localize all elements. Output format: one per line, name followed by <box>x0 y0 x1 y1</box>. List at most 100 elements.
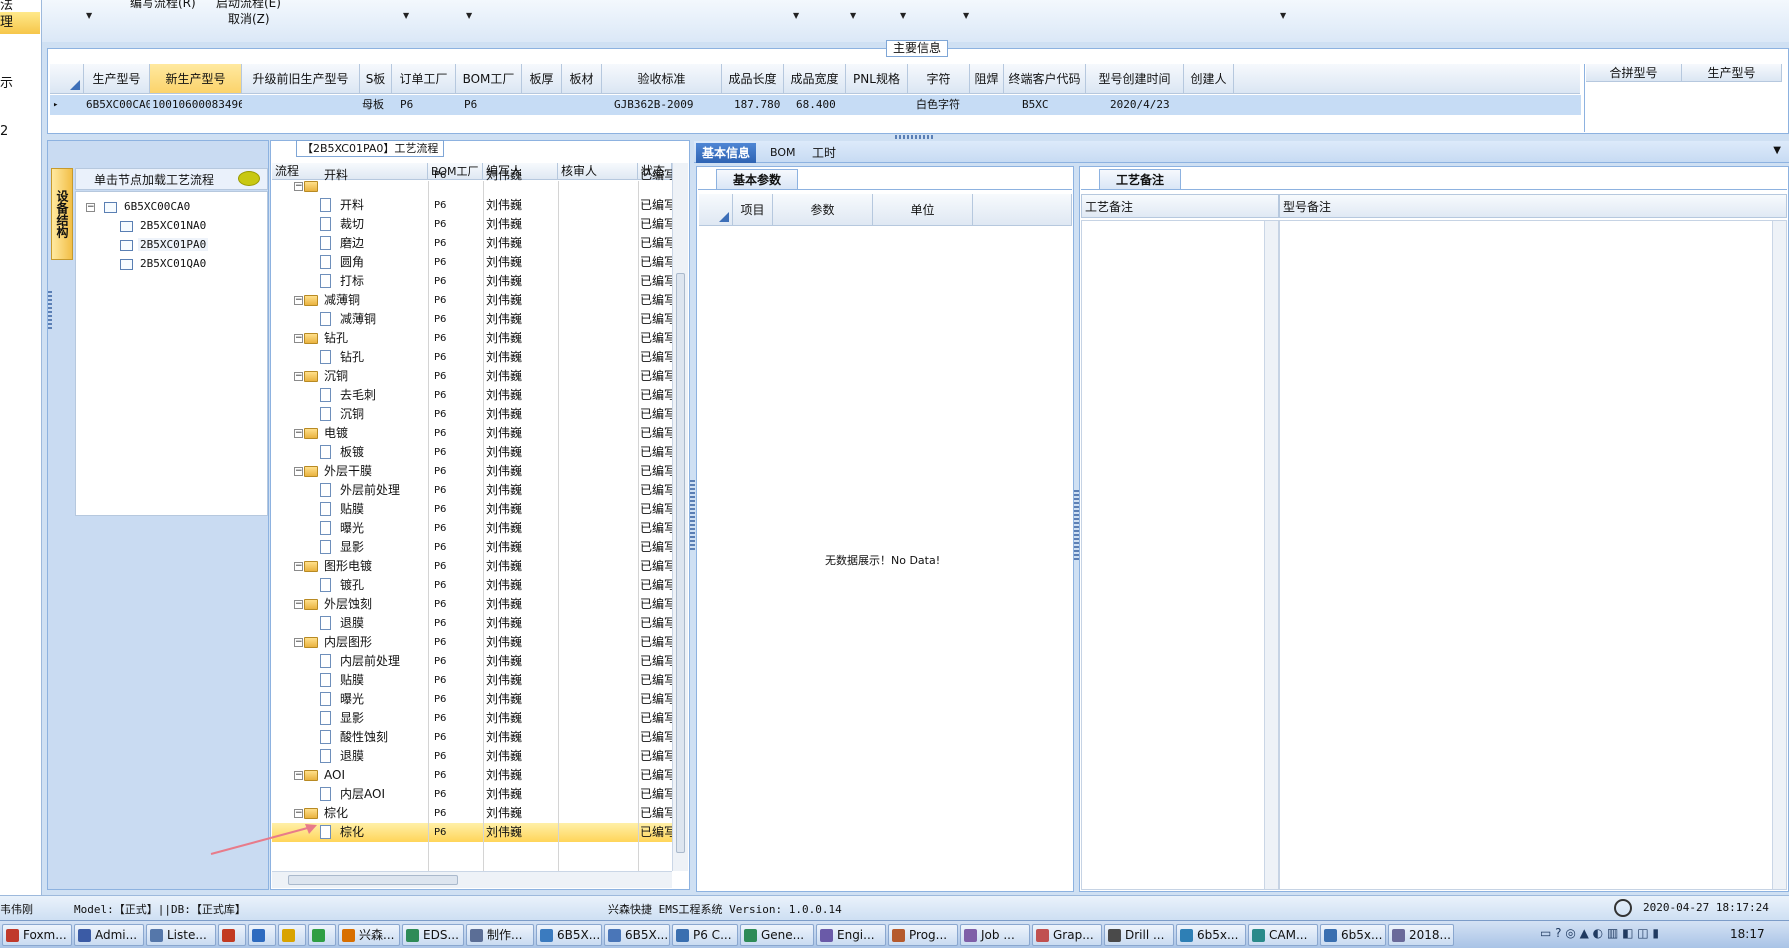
taskbar-button[interactable] <box>248 924 276 946</box>
tree-node-child[interactable]: 2B5XC01NA0 <box>140 219 206 232</box>
flow-row-step[interactable]: 裁切 P6 刘伟巍 已编写 <box>272 215 676 234</box>
collapse-icon[interactable]: − <box>294 296 303 305</box>
taskbar-button[interactable]: Gene... <box>740 924 814 946</box>
collapse-icon[interactable]: − <box>294 562 303 571</box>
flow-row-group[interactable]: − 图形电镀 P6 刘伟巍 已编写 <box>272 557 676 576</box>
flow-row-step[interactable]: 内层前处理 P6 刘伟巍 已编写 <box>272 652 676 671</box>
col-header-solder[interactable]: 阻焊 <box>970 64 1004 94</box>
menu-cancel[interactable]: 取消(Z) <box>228 10 270 27</box>
tray-icons[interactable]: ▭ ? ◎ ▲ ◐ ▥ ◧ ◫ ▮ <box>1540 926 1659 940</box>
flow-row-step[interactable]: 外层前处理 P6 刘伟巍 已编写 <box>272 481 676 500</box>
col-header-order-factory[interactable]: 订单工厂 <box>392 64 456 94</box>
taskbar-button[interactable]: 2018... <box>1388 924 1454 946</box>
dropdown-arrow-icon[interactable]: ▼ <box>793 11 799 20</box>
flow-row-selected[interactable]: 棕化 P6 刘伟巍 已编写 <box>272 823 676 842</box>
taskbar-button[interactable] <box>308 924 336 946</box>
menu-compile-flow[interactable]: 编写流程(R) <box>130 0 196 11</box>
col-header-pnl[interactable]: PNL规格 <box>846 64 908 94</box>
col-header-production-model[interactable]: 生产型号 <box>1682 64 1782 82</box>
tab-basic-info[interactable]: 基本信息 <box>696 143 757 163</box>
flow-row-group[interactable]: − 棕化 P6 刘伟巍 已编写 <box>272 804 676 823</box>
dropdown-arrow-icon[interactable]: ▼ <box>963 11 969 20</box>
tab-bom[interactable]: BOM <box>764 143 802 163</box>
flow-row-group[interactable]: − 沉铜 P6 刘伟巍 已编写 <box>272 367 676 386</box>
collapse-icon[interactable]: − <box>294 429 303 438</box>
cell-model[interactable]: 6B5XC00CA0 <box>84 95 150 115</box>
flow-row-step[interactable]: 贴膜 P6 刘伟巍 已编写 <box>272 500 676 519</box>
collapse-icon[interactable]: − <box>86 203 95 212</box>
flow-row-step[interactable]: 曝光 P6 刘伟巍 已编写 <box>272 690 676 709</box>
dropdown-arrow-icon[interactable]: ▼ <box>1280 11 1286 20</box>
tab-menu-dropdown-icon[interactable]: ▼ <box>1773 145 1781 156</box>
taskbar-button[interactable]: Engi... <box>816 924 886 946</box>
collapse-icon[interactable]: − <box>294 467 303 476</box>
taskbar-button[interactable]: 6B5X... <box>536 924 602 946</box>
col-header-char[interactable]: 字符 <box>908 64 970 94</box>
cell-old-model[interactable] <box>242 95 360 115</box>
taskbar-button[interactable]: 6B5X... <box>604 924 670 946</box>
taskbar-button[interactable]: EDS... <box>402 924 464 946</box>
flow-row-step[interactable]: 镀孔 P6 刘伟巍 已编写 <box>272 576 676 595</box>
dropdown-arrow-icon[interactable]: ▼ <box>466 11 472 20</box>
flow-row-group[interactable]: − 外层蚀刻 P6 刘伟巍 已编写 <box>272 595 676 614</box>
col-header-acceptance[interactable]: 验收标准 <box>602 64 722 94</box>
flow-row-step[interactable]: 打标 P6 刘伟巍 已编写 <box>272 272 676 291</box>
flow-row-group[interactable]: − AOI P6 刘伟巍 已编写 <box>272 766 676 785</box>
dropdown-arrow-icon[interactable]: ▼ <box>900 11 906 20</box>
cell-new-model[interactable]: 10010600083496 <box>150 95 242 115</box>
collapse-icon[interactable]: − <box>294 600 303 609</box>
col-header-param[interactable]: 参数 <box>773 194 873 226</box>
tree-node-root[interactable]: 6B5XC00CA0 <box>124 200 190 213</box>
remark-scrollbar[interactable] <box>1772 221 1786 889</box>
cell-acceptance[interactable]: GJB362B-2009 <box>612 95 722 115</box>
dropdown-arrow-icon[interactable]: ▼ <box>403 11 409 20</box>
flow-row-group[interactable]: − 开料 P6 刘伟巍 已编写 <box>272 168 676 196</box>
remark-scrollbar[interactable] <box>1264 221 1278 889</box>
cell-pnl[interactable] <box>846 95 908 115</box>
flow-row-step[interactable]: 减薄铜 P6 刘伟巍 已编写 <box>272 310 676 329</box>
col-header-s-board[interactable]: S板 <box>360 64 392 94</box>
nav-item-2[interactable]: 2 <box>0 124 8 139</box>
dropdown-arrow-icon[interactable]: ▼ <box>850 11 856 20</box>
cell-s-board[interactable]: 母板 <box>360 95 392 115</box>
flow-row-step[interactable]: 曝光 P6 刘伟巍 已编写 <box>272 519 676 538</box>
tab-device-structure[interactable]: 设备结构 <box>51 168 73 260</box>
flow-row-step[interactable]: 贴膜 P6 刘伟巍 已编写 <box>272 671 676 690</box>
taskbar-button[interactable]: Prog... <box>888 924 958 946</box>
flow-row-step[interactable]: 显影 P6 刘伟巍 已编写 <box>272 538 676 557</box>
flow-row-group[interactable]: − 减薄铜 P6 刘伟巍 已编写 <box>272 291 676 310</box>
taskbar-button[interactable]: Drill ... <box>1104 924 1174 946</box>
taskbar-button[interactable]: 6b5x... <box>1320 924 1386 946</box>
col-header-old-model[interactable]: 升级前旧生产型号 <box>242 64 360 94</box>
col-header-thickness[interactable]: 板厚 <box>522 64 562 94</box>
flow-row-step[interactable]: 开料 P6 刘伟巍 已编写 <box>272 196 676 215</box>
col-header-material[interactable]: 板材 <box>562 64 602 94</box>
taskbar-button[interactable]: CAM... <box>1248 924 1318 946</box>
flow-row-step[interactable]: 板镀 P6 刘伟巍 已编写 <box>272 443 676 462</box>
taskbar-button[interactable]: Job ... <box>960 924 1030 946</box>
flow-row-step[interactable]: 酸性蚀刻 P6 刘伟巍 已编写 <box>272 728 676 747</box>
scroll-thumb[interactable] <box>676 273 685 853</box>
model-remark-input[interactable] <box>1279 220 1787 890</box>
splitter-handle[interactable] <box>895 135 935 139</box>
cell-solder[interactable] <box>970 95 1004 115</box>
cell-thickness[interactable] <box>522 95 562 115</box>
collapse-icon[interactable]: − <box>294 334 303 343</box>
dropdown-arrow-icon[interactable]: ▼ <box>86 11 92 20</box>
col-header-model[interactable]: 生产型号 <box>84 64 150 94</box>
col-header-created[interactable]: 型号创建时间 <box>1086 64 1184 94</box>
flow-row-step[interactable]: 显影 P6 刘伟巍 已编写 <box>272 709 676 728</box>
col-header-width[interactable]: 成品宽度 <box>784 64 846 94</box>
taskbar-button[interactable]: P6 C... <box>672 924 738 946</box>
flow-row-step[interactable]: 磨边 P6 刘伟巍 已编写 <box>272 234 676 253</box>
flow-row-step[interactable]: 退膜 P6 刘伟巍 已编写 <box>272 747 676 766</box>
taskbar-button[interactable]: Liste... <box>146 924 216 946</box>
nav-item-display[interactable]: 示 <box>0 72 13 91</box>
flow-row-step[interactable]: 内层AOI P6 刘伟巍 已编写 <box>272 785 676 804</box>
col-header-customer[interactable]: 终端客户代码 <box>1004 64 1086 94</box>
col-header-new-model[interactable]: 新生产型号 <box>150 64 242 94</box>
flow-vertical-scrollbar[interactable] <box>672 163 688 871</box>
tree-node-child-selected[interactable]: 2B5XC01PA0 <box>138 238 209 251</box>
col-header-length[interactable]: 成品长度 <box>722 64 784 94</box>
flow-row-group[interactable]: − 电镀 P6 刘伟巍 已编写 <box>272 424 676 443</box>
